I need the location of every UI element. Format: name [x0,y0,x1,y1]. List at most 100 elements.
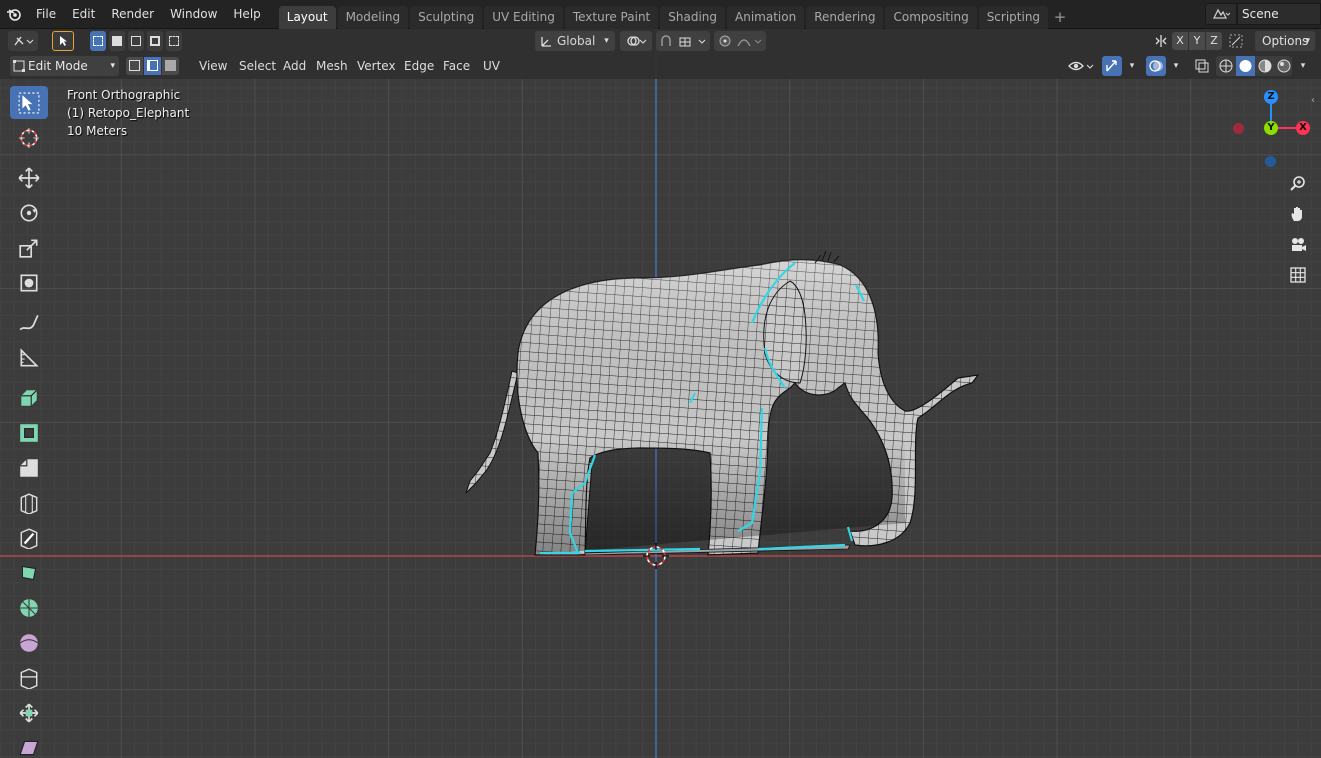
tool-settings-header: Global ▾ X Y Z Options ▾ [0,29,1321,53]
chevron-down-icon[interactable]: ▾ [1124,56,1140,76]
inset-icon[interactable] [10,416,48,449]
gizmo-neg-z-axis[interactable] [1265,156,1276,167]
sidebar-toggle-icon[interactable]: ‹ [1311,95,1315,106]
snap-toggle[interactable] [656,31,710,51]
scene-selector[interactable]: Scene [1205,3,1321,25]
tab-layout[interactable]: Layout [278,5,336,29]
pan-hand-icon[interactable] [1284,200,1312,228]
viewport-menu-view[interactable]: View [193,56,233,76]
wireframe-shading-icon[interactable] [1219,59,1233,73]
scene-icon[interactable] [1205,3,1237,25]
move-icon[interactable] [10,161,48,194]
viewport-menu-face[interactable]: Face [437,56,476,76]
viewport-menu-mesh[interactable]: Mesh [310,56,354,76]
tab-animation[interactable]: Animation [727,5,805,29]
chevron-down-icon: ▾ [110,61,115,71]
elephant-mesh[interactable] [465,250,980,556]
transform-orientation-select[interactable]: Global ▾ [535,31,615,51]
viewport-menu-select[interactable]: Select [233,56,282,76]
menu-help[interactable]: Help [225,3,268,25]
select-new-icon[interactable] [90,31,106,51]
select-box-icon[interactable] [10,86,48,119]
select-invert-icon[interactable] [147,31,163,51]
edge-slide-icon[interactable] [10,661,48,694]
gizmo-y-axis[interactable]: Y [1264,121,1278,135]
tab-rendering[interactable]: Rendering [806,5,884,29]
transform-icon[interactable] [10,266,48,299]
tab-compositing[interactable]: Compositing [885,5,977,29]
orientation-label: Global [557,34,596,48]
tab-texture-paint[interactable]: Texture Paint [564,5,659,29]
proportional-editing-toggle[interactable] [714,31,766,51]
viewport-menu-uv[interactable]: UV [477,56,506,76]
shrink-fatten-icon[interactable] [10,696,48,729]
viewport-menu-vertex[interactable]: Vertex [351,56,402,76]
menu-file[interactable]: File [28,3,64,25]
add-workspace-button[interactable]: + [1050,6,1070,29]
measure-icon[interactable] [10,341,48,374]
tab-scripting[interactable]: Scripting [978,5,1049,29]
tab-uv-editing[interactable]: UV Editing [484,5,563,29]
tab-modeling[interactable]: Modeling [337,5,409,29]
tool-shelf [8,85,50,758]
bevel-icon[interactable] [10,451,48,484]
auto-merge-icon[interactable] [1226,31,1246,51]
viewport-menu-add[interactable]: Add [277,56,312,76]
viewport-menu-edge[interactable]: Edge [398,56,440,76]
pivot-point-select[interactable] [620,31,652,51]
menu-render[interactable]: Render [103,3,162,25]
mirror-icon[interactable] [1151,31,1171,51]
chevron-down-icon[interactable]: ▾ [1295,56,1311,76]
options-dropdown[interactable]: Options ▾ [1255,31,1315,51]
extrude-icon[interactable] [10,381,48,414]
top-menu-bar: File Edit Render Window Help Layout Modeling S… [0,0,1321,29]
view-name-label: Front Orthographic [67,88,181,102]
select-intersect-icon[interactable] [166,31,182,51]
gizmo-z-axis[interactable]: Z [1264,90,1278,104]
gizmo-x-axis[interactable]: X [1296,121,1310,135]
interaction-mode-select[interactable]: Edit Mode ▾ [10,56,119,76]
rotate-icon[interactable] [10,196,48,229]
knife-icon[interactable] [10,521,48,554]
mirror-y-toggle[interactable]: Y [1189,32,1205,50]
xray-toggle-icon[interactable] [1192,56,1212,76]
interaction-mode-label: Edit Mode [28,59,88,73]
camera-view-icon[interactable] [1284,231,1312,259]
loop-cut-icon[interactable] [10,486,48,519]
3d-viewport[interactable]: Front Orthographic (1) Retopo_Elephant 1… [0,53,1321,758]
viewport-grid [0,53,1321,758]
mirror-z-toggle[interactable]: Z [1206,32,1222,50]
face-select-mode-icon[interactable] [162,57,179,75]
zoom-icon[interactable] [1284,170,1312,198]
select-subtract-icon[interactable] [128,31,144,51]
scene-name-field[interactable]: Scene [1237,3,1321,25]
select-mode-icon[interactable] [52,31,74,51]
mirror-x-toggle[interactable]: X [1172,32,1188,50]
annotate-icon[interactable] [10,306,48,339]
menu-edit[interactable]: Edit [64,3,103,25]
cursor-icon[interactable] [10,121,48,154]
transform-pivot-icon[interactable] [8,31,38,51]
visibility-icon[interactable] [1066,56,1098,76]
spin-icon[interactable] [10,591,48,624]
vertex-select-mode-icon[interactable] [126,57,143,75]
orientation-icon [541,37,551,47]
blender-logo-icon[interactable] [0,0,28,29]
edge-select-mode-icon[interactable] [144,57,161,75]
smooth-icon[interactable] [10,626,48,659]
menu-window[interactable]: Window [162,3,225,25]
shear-icon[interactable] [10,731,48,758]
overlays-toggle-icon[interactable] [1146,56,1166,76]
select-extend-icon[interactable] [109,31,125,51]
chevron-down-icon[interactable]: ▾ [1168,56,1184,76]
chevron-down-icon: ▾ [1305,36,1310,46]
gizmo-toggle-icon[interactable] [1102,56,1122,76]
poly-build-icon[interactable] [10,556,48,589]
edit-mode-icon [13,60,25,72]
gizmo-neg-x-axis[interactable] [1233,123,1244,134]
ortho-grid-icon[interactable] [1284,261,1312,289]
tab-shading[interactable]: Shading [660,5,725,29]
scale-icon[interactable] [10,231,48,264]
tab-sculpting[interactable]: Sculpting [410,5,483,29]
chevron-down-icon: ▾ [604,36,609,46]
